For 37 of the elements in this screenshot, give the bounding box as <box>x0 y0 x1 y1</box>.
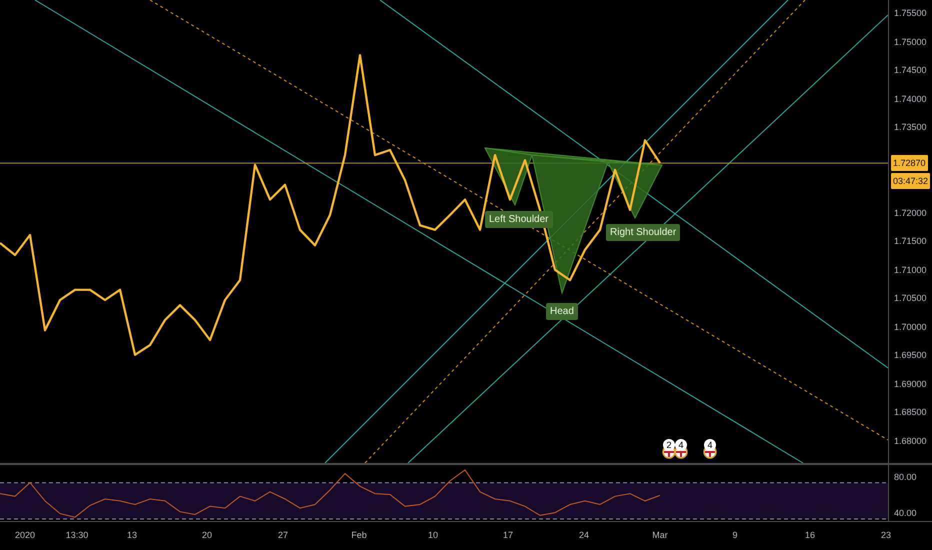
price-axis-label: 1.71000 <box>894 264 927 277</box>
time-axis-label: 2020 <box>14 530 36 540</box>
time-axis-label: Feb <box>351 530 367 540</box>
price-axis-label: 1.69500 <box>894 349 927 362</box>
price-axis-label: 1.74500 <box>894 64 927 78</box>
price-axis-label: 1.68500 <box>894 406 927 420</box>
price-axis-label: 1.71500 <box>894 235 927 248</box>
price-axis-label: 1.74000 <box>894 92 927 106</box>
last-price-tag: 1.72870 <box>891 155 928 172</box>
time-axis-label: 16 <box>805 530 815 540</box>
time-axis-label: 17 <box>503 530 513 540</box>
time-axis-label: 9 <box>732 530 738 540</box>
time-axis-label: 13 <box>127 530 137 540</box>
price-axis-label: 1.70000 <box>894 320 927 334</box>
time-axis-label: 10 <box>428 530 438 540</box>
price-axis-label: 1.69000 <box>894 378 927 391</box>
pattern-label: Head <box>546 303 578 320</box>
countdown-tag: 03:47:32 <box>891 173 930 190</box>
rsi-axis-label: 80.00 <box>894 470 917 484</box>
price-axis-label: 1.75500 <box>894 7 927 20</box>
price-axis-label: 1.72000 <box>894 206 927 220</box>
event-count: 4 <box>704 439 716 451</box>
price-axis-label: 1.68000 <box>894 434 927 448</box>
event-count: 4 <box>675 439 687 451</box>
time-axis-label: 20 <box>202 530 212 540</box>
time-axis-label: 24 <box>579 530 589 540</box>
price-axis-label: 1.73500 <box>894 121 927 134</box>
time-axis-label: 23 <box>881 530 891 540</box>
pattern-label: Right Shoulder <box>606 224 680 241</box>
time-axis-label: 27 <box>278 530 288 540</box>
price-axis-label: 1.75000 <box>894 36 927 49</box>
event-count: 2 <box>663 439 675 451</box>
time-axis-label: 13:30 <box>66 530 88 540</box>
price-axis-label: 1.70500 <box>894 292 927 306</box>
time-axis-label: Mar <box>652 530 668 540</box>
rsi-axis-label: 40.00 <box>894 507 917 520</box>
pattern-label: Left Shoulder <box>485 211 552 228</box>
